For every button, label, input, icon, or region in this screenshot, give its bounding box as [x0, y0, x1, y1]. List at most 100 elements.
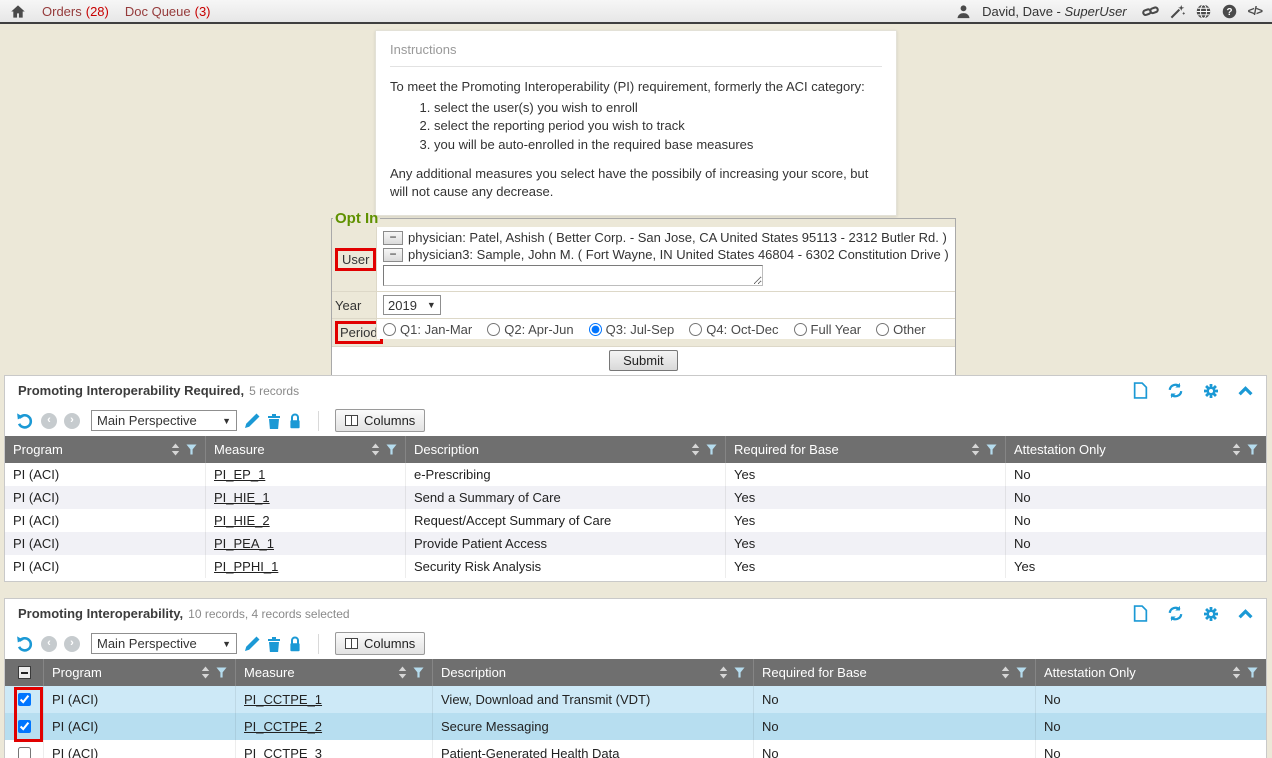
sort-icon[interactable]: [201, 666, 210, 679]
undo-icon[interactable]: [16, 412, 34, 430]
next-icon[interactable]: ›: [64, 413, 80, 429]
year-select[interactable]: 2019 ▼: [383, 295, 441, 315]
settings-icon[interactable]: [1203, 383, 1219, 399]
user-search-input[interactable]: [383, 265, 763, 286]
column-header-attestation-only[interactable]: Attestation Only: [1035, 659, 1266, 686]
columns-button[interactable]: Columns: [335, 409, 425, 432]
filter-icon[interactable]: [413, 667, 424, 678]
sort-icon[interactable]: [1232, 666, 1241, 679]
lock-icon[interactable]: [288, 636, 302, 652]
sort-icon[interactable]: [398, 666, 407, 679]
indeterminate-checkbox-icon[interactable]: [18, 666, 31, 679]
previous-icon[interactable]: ‹: [41, 636, 57, 652]
sort-icon[interactable]: [171, 443, 180, 456]
period-option-q2[interactable]: Q2: Apr-Jun: [487, 322, 573, 337]
filter-icon[interactable]: [734, 667, 745, 678]
column-header-description[interactable]: Description: [432, 659, 753, 686]
measure-link[interactable]: PI_CCTPE_1: [244, 692, 322, 707]
column-header-description[interactable]: Description: [405, 436, 725, 463]
period-option-q4[interactable]: Q4: Oct-Dec: [689, 322, 778, 337]
new-record-icon[interactable]: [1133, 382, 1148, 399]
previous-icon[interactable]: ‹: [41, 413, 57, 429]
wand-icon[interactable]: [1170, 4, 1185, 19]
edit-icon[interactable]: [244, 636, 260, 652]
refresh-icon[interactable]: [1167, 382, 1184, 399]
settings-icon[interactable]: [1203, 606, 1219, 622]
table-row[interactable]: PI (ACI) PI_HIE_1 Send a Summary of Care…: [5, 486, 1266, 509]
filter-icon[interactable]: [216, 667, 227, 678]
column-header-program[interactable]: Program: [5, 436, 205, 463]
table-row[interactable]: PI (ACI) PI_CCTPE_2 Secure Messaging No …: [5, 713, 1266, 740]
table-row[interactable]: PI (ACI) PI_HIE_2 Request/Accept Summary…: [5, 509, 1266, 532]
period-option-q3[interactable]: Q3: Jul-Sep: [589, 322, 675, 337]
radio-other[interactable]: [876, 323, 889, 336]
link-icon[interactable]: [1142, 4, 1159, 19]
sort-icon[interactable]: [1232, 443, 1241, 456]
column-header-required-for-base[interactable]: Required for Base: [753, 659, 1035, 686]
filter-icon[interactable]: [706, 444, 717, 455]
filter-icon[interactable]: [986, 444, 997, 455]
filter-icon[interactable]: [186, 444, 197, 455]
globe-icon[interactable]: [1196, 4, 1211, 19]
filter-icon[interactable]: [1016, 667, 1027, 678]
column-header-program[interactable]: Program: [43, 659, 235, 686]
radio-q4[interactable]: [689, 323, 702, 336]
column-header-required-for-base[interactable]: Required for Base: [725, 436, 1005, 463]
measure-link[interactable]: PI_PPHI_1: [214, 559, 278, 574]
next-icon[interactable]: ›: [64, 636, 80, 652]
table-row[interactable]: PI (ACI) PI_CCTPE_1 View, Download and T…: [5, 686, 1266, 713]
collapse-icon[interactable]: [1238, 608, 1253, 619]
lock-icon[interactable]: [288, 413, 302, 429]
table-row[interactable]: PI (ACI) PI_EP_1 e-Prescribing Yes No: [5, 463, 1266, 486]
radio-full-year[interactable]: [794, 323, 807, 336]
measure-link[interactable]: PI_EP_1: [214, 467, 265, 482]
help-icon[interactable]: ?: [1222, 4, 1237, 19]
measure-link[interactable]: PI_CCTPE_3: [244, 746, 322, 758]
nav-doc-queue[interactable]: Doc Queue (3): [125, 4, 211, 19]
logged-in-user[interactable]: David, Dave - SuperUser: [982, 4, 1127, 19]
home-icon[interactable]: [10, 4, 26, 19]
submit-button[interactable]: Submit: [609, 350, 677, 371]
filter-icon[interactable]: [386, 444, 397, 455]
perspective-select[interactable]: Main Perspective ▼: [91, 633, 237, 654]
perspective-select[interactable]: Main Perspective ▼: [91, 410, 237, 431]
row-checkbox[interactable]: [18, 720, 31, 733]
radio-q3[interactable]: [589, 323, 602, 336]
table-row[interactable]: PI (ACI) PI_CCTPE_3 Patient-Generated He…: [5, 740, 1266, 758]
code-icon[interactable]: </>: [1248, 4, 1262, 18]
sort-icon[interactable]: [691, 443, 700, 456]
radio-q2[interactable]: [487, 323, 500, 336]
sort-icon[interactable]: [719, 666, 728, 679]
filter-icon[interactable]: [1247, 667, 1258, 678]
sort-icon[interactable]: [371, 443, 380, 456]
columns-button[interactable]: Columns: [335, 632, 425, 655]
period-option-q1[interactable]: Q1: Jan-Mar: [383, 322, 472, 337]
edit-icon[interactable]: [244, 413, 260, 429]
remove-user-button[interactable]: −: [383, 231, 403, 245]
delete-icon[interactable]: [267, 636, 281, 652]
new-record-icon[interactable]: [1133, 605, 1148, 622]
measure-link[interactable]: PI_CCTPE_2: [244, 719, 322, 734]
nav-orders[interactable]: Orders (28): [42, 4, 109, 19]
sort-icon[interactable]: [1001, 666, 1010, 679]
table-row[interactable]: PI (ACI) PI_PEA_1 Provide Patient Access…: [5, 532, 1266, 555]
period-option-other[interactable]: Other: [876, 322, 926, 337]
radio-q1[interactable]: [383, 323, 396, 336]
undo-icon[interactable]: [16, 635, 34, 653]
column-header-measure[interactable]: Measure: [205, 436, 405, 463]
delete-icon[interactable]: [267, 413, 281, 429]
remove-user-button[interactable]: −: [383, 248, 403, 262]
measure-link[interactable]: PI_HIE_2: [214, 513, 270, 528]
column-header-attestation-only[interactable]: Attestation Only: [1005, 436, 1266, 463]
sort-icon[interactable]: [971, 443, 980, 456]
collapse-icon[interactable]: [1238, 385, 1253, 396]
filter-icon[interactable]: [1247, 444, 1258, 455]
column-header-measure[interactable]: Measure: [235, 659, 432, 686]
measure-link[interactable]: PI_HIE_1: [214, 490, 270, 505]
row-checkbox[interactable]: [18, 693, 31, 706]
period-option-full-year[interactable]: Full Year: [794, 322, 862, 337]
select-all-checkbox[interactable]: [5, 659, 43, 686]
refresh-icon[interactable]: [1167, 605, 1184, 622]
row-checkbox[interactable]: [18, 747, 31, 758]
measure-link[interactable]: PI_PEA_1: [214, 536, 274, 551]
